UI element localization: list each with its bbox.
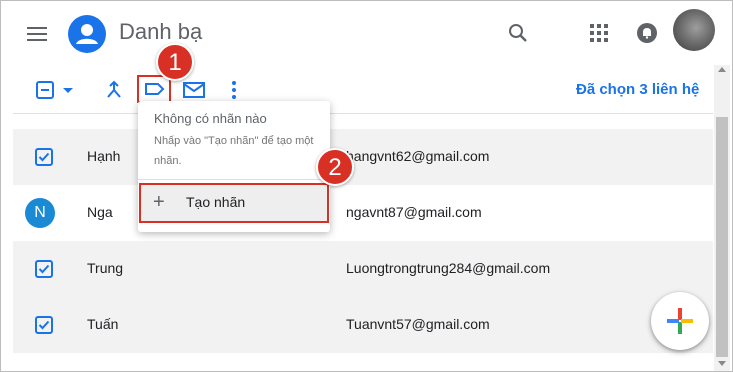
checked-checkbox-icon[interactable]: [35, 148, 53, 166]
step-1-badge: 1: [156, 43, 194, 81]
no-labels-hint: Nhấp vào "Tạo nhãn" để tạo một nhãn.: [154, 135, 314, 167]
notification-bell-icon[interactable]: [635, 21, 659, 45]
account-avatar[interactable]: [673, 9, 715, 51]
table-row[interactable]: Tuấn Tuanvnt57@gmail.com: [13, 297, 713, 353]
table-row[interactable]: N Nga ngavnt87@gmail.com: [13, 185, 713, 241]
no-labels-title: Không có nhãn nào: [154, 111, 267, 126]
contact-avatar: N: [25, 198, 55, 228]
contacts-window: Danh bạ Đã chọn 3 liên hệ Hạnh hangvnt62…: [0, 0, 733, 372]
step-2-badge: 2: [316, 148, 354, 186]
plus-icon: +: [153, 191, 165, 213]
contacts-logo-icon[interactable]: [68, 15, 106, 53]
checked-checkbox-icon[interactable]: [35, 260, 53, 278]
scrollbar[interactable]: [714, 65, 730, 371]
select-checkbox-dropdown[interactable]: [35, 79, 77, 101]
contact-name: Hạnh: [87, 148, 121, 164]
contact-name: Tuấn: [87, 316, 119, 332]
table-row[interactable]: Hạnh hangvnt62@gmail.com: [13, 129, 713, 185]
search-icon[interactable]: [506, 21, 530, 45]
scroll-down-icon[interactable]: [718, 361, 726, 366]
scroll-thumb[interactable]: [716, 117, 728, 357]
apps-grid-icon[interactable]: [589, 23, 609, 43]
contact-email: hangvnt62@gmail.com: [346, 148, 490, 164]
add-contact-button[interactable]: [651, 292, 709, 350]
app-title: Danh bạ: [119, 19, 203, 44]
contact-name: Trung: [87, 260, 124, 276]
checked-checkbox-icon[interactable]: [35, 316, 53, 334]
email-icon[interactable]: [181, 79, 207, 101]
scroll-up-icon[interactable]: [718, 67, 726, 72]
menu-divider: [138, 179, 330, 180]
contact-email: ngavnt87@gmail.com: [346, 204, 482, 220]
toolbar-divider: [13, 113, 713, 114]
selected-count: Đã chọn 3 liên hệ: [576, 81, 700, 98]
contact-email: Tuanvnt57@gmail.com: [346, 316, 490, 332]
merge-icon[interactable]: [103, 79, 125, 101]
menu-icon[interactable]: [27, 23, 49, 43]
table-row[interactable]: Trung Luongtrongtrung284@gmail.com: [13, 241, 713, 297]
checkbox-dropdown-icon: [36, 81, 73, 99]
contact-name: Nga: [87, 204, 113, 220]
add-contact-icon: [667, 308, 693, 334]
contact-email: Luongtrongtrung284@gmail.com: [346, 260, 551, 276]
create-label-menu-item[interactable]: + Tạo nhãn: [139, 183, 329, 223]
more-vert-icon[interactable]: [227, 79, 241, 101]
label-icon[interactable]: [137, 75, 171, 103]
label-menu: Không có nhãn nào Nhấp vào "Tạo nhãn" để…: [138, 101, 330, 232]
create-label-text: Tạo nhãn: [186, 194, 246, 210]
